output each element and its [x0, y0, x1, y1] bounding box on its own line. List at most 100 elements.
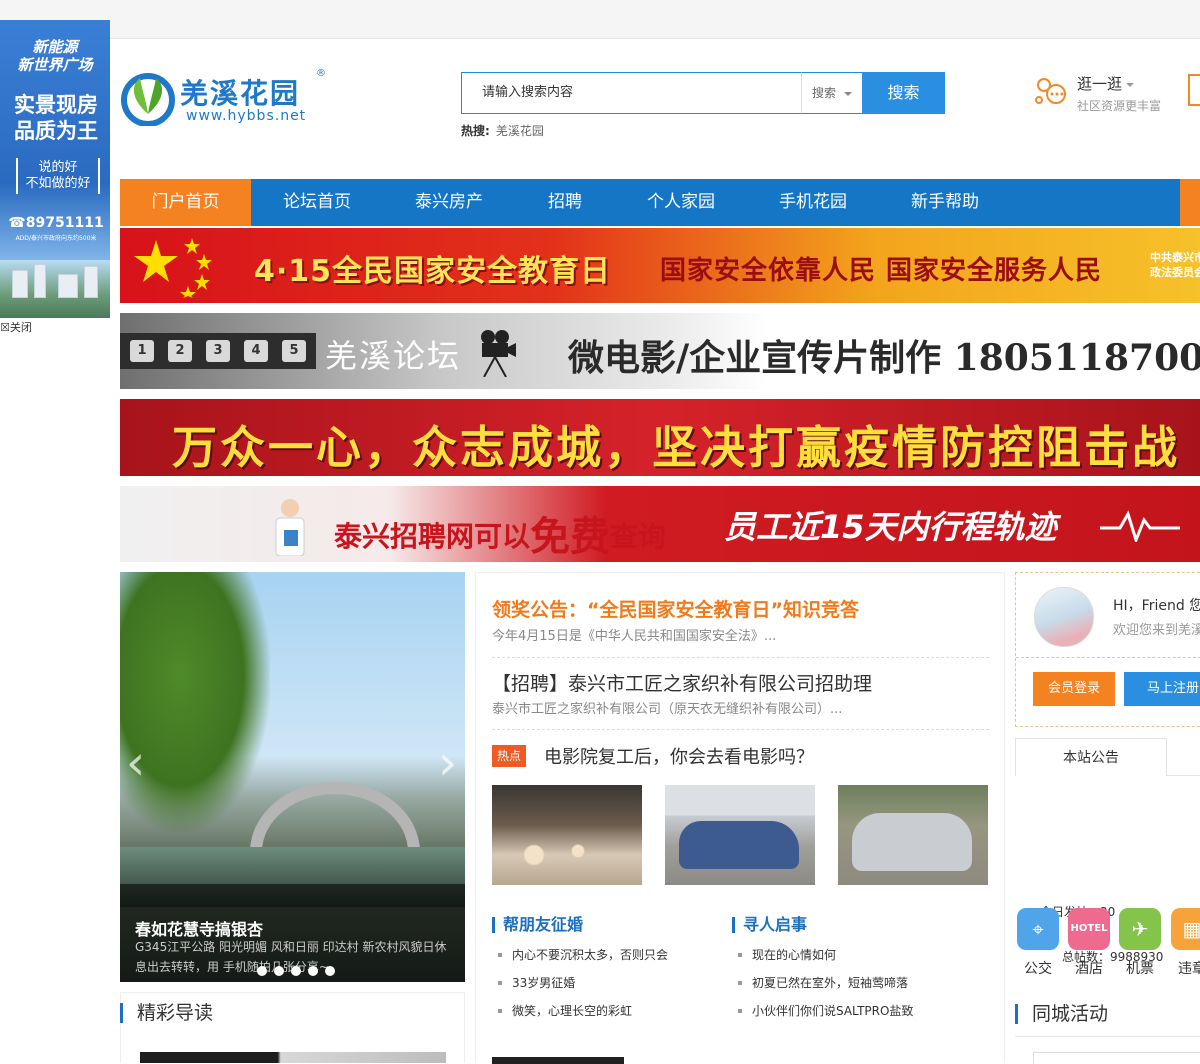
tab-announcements[interactable]: 本站公告 [1015, 738, 1167, 776]
hot-search-keyword[interactable]: 羌溪花园 [496, 124, 544, 138]
float-ad-headline: 实景现房 品质为王 [14, 93, 98, 143]
browse-link[interactable]: 逛一逛 [1077, 73, 1135, 94]
chevron-down-icon [844, 92, 852, 96]
thumbnail-cinema[interactable] [492, 785, 642, 885]
slider-dot[interactable] [291, 966, 301, 976]
doctor-icon [275, 499, 305, 556]
app-icon[interactable] [1188, 74, 1200, 106]
section-title-featured: 精彩导读 [120, 1003, 213, 1023]
film-strip: 1 2 3 4 5 [120, 333, 316, 369]
greeting: HI，Friend 您好 [1113, 598, 1200, 614]
column-title-matchmaking[interactable]: 帮朋友征婚 [492, 917, 583, 933]
welcome-text: 欢迎您来到羌溪花园 [1113, 623, 1200, 638]
logo-title: 羌溪花园 [180, 77, 301, 110]
leaf-logo-icon [121, 73, 175, 126]
location-pin-icon: ⌖ [1032, 917, 1044, 941]
top-strip [0, 0, 1200, 39]
news-summary: 泰兴市工匠之家织补有限公司（原天衣无缝织补有限公司）... [492, 702, 843, 717]
banner-text: 万众一心，众志成城，坚决打赢疫情防控阻击战 [172, 421, 1181, 474]
matchmaking-list: 内心不要沉积太多，否则只会 33岁男征婚 微笑，心理长空的彩虹 [492, 941, 668, 1025]
search-input[interactable]: 请输入搜索内容 [461, 72, 801, 114]
site-logo[interactable]: 羌溪花园 www.hybbs.net ® [120, 68, 330, 130]
banner-text: 微电影/企业宣传片制作 18051187000 [568, 337, 1200, 379]
nav-item-forum[interactable]: 论坛首页 [251, 179, 383, 226]
divider [492, 729, 989, 731]
events-box[interactable] [1033, 1052, 1200, 1064]
headline-summary: 今年4月15日是《中华人民共和国国家安全法》... [492, 629, 777, 644]
section-title-events: 同城活动 [1015, 1004, 1108, 1024]
grid-icon: ▦ [1182, 917, 1200, 941]
hot-search: 热搜: 羌溪花园 [461, 124, 544, 138]
list-item[interactable]: 内心不要沉积太多，否则只会 [492, 941, 668, 969]
register-button[interactable]: 马上注册 [1124, 672, 1200, 706]
nav-extra-button[interactable] [1180, 179, 1200, 226]
quick-violation[interactable]: ▦ 违章 [1171, 908, 1200, 978]
nav-item-help[interactable]: 新手帮助 [879, 179, 1011, 226]
phone-icon: ☎ [8, 215, 26, 231]
nav-item-home[interactable]: 个人家园 [615, 179, 747, 226]
banner-text-2: 员工近15天内行程轨迹 [724, 508, 1057, 546]
slider-dot[interactable] [274, 966, 284, 976]
chevron-left-icon[interactable]: ‹ [126, 735, 145, 791]
float-ad-phone: ☎89751111 [8, 215, 104, 231]
nav-item-property[interactable]: 泰兴房产 [383, 179, 515, 226]
banner-title: 4·15全民国家安全教育日 [254, 254, 612, 289]
column-title-missing[interactable]: 寻人启事 [732, 917, 807, 933]
float-ad[interactable]: 新能源 新世界广场 实景现房 品质为王 说的好 不如做的好 ☎89751111 ADD… [0, 20, 110, 318]
float-ad-close[interactable]: ☒关闭 [0, 319, 32, 335]
chevron-right-icon[interactable]: › [438, 735, 457, 791]
banner-recruitment[interactable]: 泰兴招聘网可以免费查询 员工近15天内行程轨迹 [120, 486, 1200, 562]
registered-mark: ® [316, 68, 326, 79]
chevron-down-icon [1126, 82, 1135, 87]
login-button[interactable]: 会员登录 [1033, 672, 1115, 706]
browse-subtitle: 社区资源更丰富 [1077, 99, 1162, 113]
list-item[interactable]: 现在的心情如何 [732, 941, 913, 969]
image-slider[interactable]: ‹ › 春如花慧寺搞银杏 G345江平公路 阳光明媚 风和日丽 印达村 新农村风… [120, 572, 465, 982]
banner-forum-name: 羌溪论坛 [325, 337, 462, 375]
thumbnail-car-silver[interactable] [838, 785, 988, 885]
bridge-image [250, 782, 420, 852]
quick-hotel[interactable]: HOTEL 酒店 [1068, 908, 1110, 978]
thumbnail-car-blue[interactable] [665, 785, 815, 885]
banner-epidemic[interactable]: 万众一心，众志成城，坚决打赢疫情防控阻击战 [120, 399, 1200, 476]
news-panel: 领奖公告：“全民国家安全教育日”知识竞答 今年4月15日是《中华人民共和国国家安… [475, 572, 1005, 1064]
star-icon [134, 238, 212, 298]
nav-item-jobs[interactable]: 招聘 [515, 179, 615, 226]
float-ad-slogan: 说的好 不如做的好 [16, 158, 100, 194]
missing-list: 现在的心情如何 初夏已然在室外，短袖莺啼落 小伙伴们你们说SALTPRO盐致 [732, 941, 913, 1025]
quick-bus[interactable]: ⌖ 公交 [1017, 908, 1059, 978]
headline-link[interactable]: 领奖公告：“全民国家安全教育日”知识竞答 [492, 595, 859, 622]
slider-dots [257, 961, 342, 980]
list-item[interactable]: 小伙伴们你们说SALTPRO盐致 [732, 997, 913, 1025]
hot-badge: 热点 [492, 745, 526, 767]
logo-url: www.hybbs.net [186, 108, 307, 124]
banner-text: 泰兴招聘网可以免费查询 [334, 514, 667, 560]
nav-item-portal[interactable]: 门户首页 [120, 179, 251, 226]
slider-dot[interactable] [308, 966, 318, 976]
float-ad-address: ADD/泰兴市政府向东约500米 [15, 235, 97, 242]
list-item[interactable]: 33岁男征婚 [492, 969, 668, 997]
quick-flight[interactable]: ✈ 机票 [1119, 908, 1161, 978]
list-item[interactable]: 微笑，心理长空的彩虹 [492, 997, 668, 1025]
featured-thumbnail[interactable] [140, 1052, 446, 1063]
search-button[interactable]: 搜索 [862, 72, 945, 114]
banner-sponsor: 中共泰兴市 政法委员会 [1150, 251, 1200, 279]
divider [492, 657, 989, 659]
hotel-icon: HOTEL [1070, 923, 1108, 934]
list-item[interactable]: 初夏已然在室外，短袖莺啼落 [732, 969, 913, 997]
search-type-select[interactable]: 搜索 [801, 72, 863, 114]
slider-dot[interactable] [325, 966, 335, 976]
avatar [1034, 587, 1094, 647]
banner-slogan: 国家安全依靠人民 国家安全服务人民 [660, 256, 1103, 286]
news-title-link[interactable]: 【招聘】泰兴市工匠之家织补有限公司招助理 [492, 669, 872, 696]
hot-topic-link[interactable]: 电影院复工后，你会去看电影吗？ [544, 743, 814, 769]
banner-security-day[interactable]: 4·15全民国家安全教育日 国家安全依靠人民 国家安全服务人民 中共泰兴市 政法… [120, 228, 1200, 303]
main-nav: 门户首页 论坛首页 泰兴房产 招聘 个人家园 手机花园 新手帮助 [120, 179, 1200, 226]
float-ad-brand: 新能源 新世界广场 [17, 38, 93, 74]
slider-dot[interactable] [257, 966, 267, 976]
airplane-icon: ✈ [1131, 917, 1149, 941]
camera-icon [481, 330, 516, 377]
community-icon [1035, 78, 1066, 104]
banner-video-production[interactable]: 1 2 3 4 5 羌溪论坛 微电影/企业宣传片制作 18051187000 [120, 313, 1200, 389]
nav-item-mobile[interactable]: 手机花园 [747, 179, 879, 226]
